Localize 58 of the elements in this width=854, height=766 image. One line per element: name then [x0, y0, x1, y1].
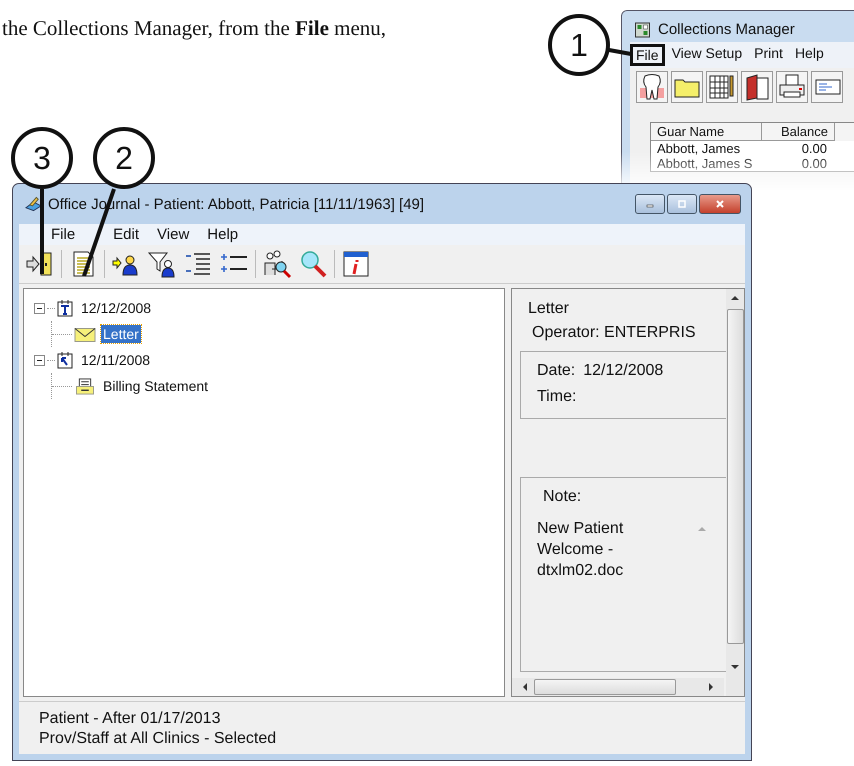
- tree-item[interactable]: Billing Statement: [101, 377, 210, 395]
- time-label: Time:: [537, 388, 576, 406]
- statement-icon: [74, 378, 96, 394]
- menu-item[interactable]: Help: [790, 44, 829, 66]
- menu-item[interactable]: View Setup: [666, 44, 748, 66]
- column-header[interactable]: Guar Name: [651, 123, 762, 141]
- expander-box[interactable]: [34, 354, 45, 366]
- menu-item[interactable]: File: [45, 226, 84, 243]
- envelope-icon: [74, 326, 96, 342]
- menu-item[interactable]: Edit: [107, 226, 148, 243]
- leader-line: [608, 48, 632, 56]
- menu-item[interactable]: Help: [201, 226, 246, 243]
- scroll-up-arrow-icon[interactable]: [730, 295, 740, 301]
- journal-app-icon: [25, 196, 42, 212]
- grid-app-icon: [634, 22, 651, 38]
- table-cell-text: Abbott, James S: [656, 156, 754, 171]
- callout-number: 3: [11, 127, 73, 189]
- callout-number: 2: [93, 127, 155, 189]
- table-cell-text: 0.00: [800, 156, 828, 171]
- callout-number: 1: [548, 14, 610, 76]
- intro-sentence: the Collections Manager, from the File menu,: [2, 16, 386, 41]
- note-text: New Patient Welcome - dtxlm02.doc: [537, 519, 624, 581]
- expander-box[interactable]: [34, 302, 45, 314]
- horizontal-scrollbar[interactable]: [512, 678, 724, 696]
- date-value: 12/12/2008: [583, 362, 664, 380]
- window-title: Collections Manager: [658, 21, 795, 38]
- printer-icon[interactable]: [776, 71, 808, 103]
- close-icon: [715, 199, 725, 209]
- card-icon[interactable]: [811, 71, 843, 103]
- status-text: Patient - After 01/17/2013: [39, 710, 222, 728]
- folder-icon[interactable]: [671, 71, 703, 103]
- book-icon[interactable]: [741, 71, 773, 103]
- vertical-scrollbar[interactable]: [726, 289, 744, 696]
- tooth-icon[interactable]: [636, 71, 668, 103]
- menu-item[interactable]: View: [151, 226, 198, 243]
- tree-item[interactable]: 12/11/2008: [79, 351, 152, 369]
- date-label: Date:: [537, 362, 576, 380]
- scroll-right-arrow-icon[interactable]: [708, 682, 714, 692]
- maximize-icon: [677, 199, 687, 209]
- tree-item[interactable]: Letter: [101, 325, 141, 343]
- table-cell-text: Abbott, James: [656, 141, 742, 156]
- close-button[interactable]: [699, 194, 741, 214]
- ledger-icon[interactable]: [706, 71, 738, 103]
- maximize-button[interactable]: [667, 194, 697, 214]
- tree-item[interactable]: 12/12/2008: [79, 299, 154, 317]
- calendar-t-icon: [57, 299, 73, 317]
- info-window-icon[interactable]: [341, 249, 371, 279]
- table-cell-text: 0.00: [800, 141, 828, 156]
- status-text: Prov/Staff at All Clinics - Selected: [39, 730, 278, 748]
- note-label: Note:: [542, 488, 582, 506]
- menu-item[interactable]: Print: [749, 44, 788, 66]
- column-header[interactable]: Balance: [762, 123, 835, 141]
- operator-label: Operator: ENTERPRIS: [531, 323, 697, 343]
- minimize-button[interactable]: [635, 194, 665, 214]
- detail-title: Letter: [527, 299, 570, 319]
- scroll-down-arrow-icon[interactable]: [730, 664, 740, 670]
- people-magnifier-icon[interactable]: [262, 249, 292, 279]
- scroll-left-arrow-icon[interactable]: [522, 682, 528, 692]
